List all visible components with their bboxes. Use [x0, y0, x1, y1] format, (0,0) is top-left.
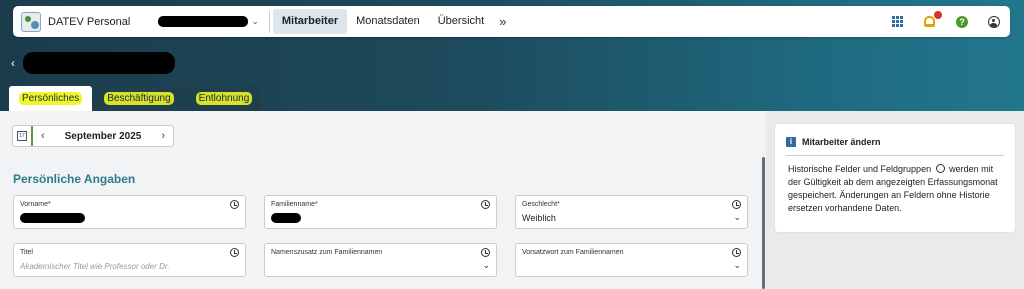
calendar-icon[interactable]: 17	[13, 126, 33, 146]
tab-label: Beschäftigung	[104, 92, 174, 105]
titel-field[interactable]: Titel Akademischer Titel wie Professor o…	[13, 243, 246, 277]
chevron-down-icon[interactable]: ⌄	[733, 212, 741, 223]
redacted-client-name[interactable]	[158, 16, 249, 27]
info-title: Mitarbeiter ändern	[802, 137, 881, 147]
back-chevron-icon[interactable]: ‹	[11, 56, 15, 70]
familienname-field[interactable]: Familienname*	[264, 195, 497, 229]
prev-month-button[interactable]: ‹	[33, 130, 53, 142]
tab-beschaeftigung[interactable]: Beschäftigung	[94, 86, 184, 111]
info-card: i Mitarbeiter ändern Historische Felder …	[775, 124, 1015, 232]
section-title: Persönliche Angaben	[13, 172, 136, 186]
tab-persoenliches[interactable]: Persönliches	[9, 86, 93, 111]
redacted-value	[20, 213, 85, 223]
nav-item-uebersicht[interactable]: Übersicht	[429, 9, 493, 34]
field-label: Vorsatzwort zum Familiennamen	[522, 249, 624, 256]
field-label: Titel	[20, 249, 33, 256]
field-label: Vorname*	[20, 201, 51, 208]
notifications-bell-icon[interactable]	[924, 10, 942, 28]
chevron-down-icon[interactable]: ⌄	[733, 260, 741, 271]
app-logo-icon[interactable]	[21, 11, 41, 32]
next-month-button[interactable]: ›	[153, 130, 173, 142]
history-icon[interactable]	[481, 200, 490, 209]
chevron-down-icon[interactable]: ⌄	[251, 16, 259, 27]
chevron-down-icon[interactable]: ⌄	[482, 260, 490, 271]
info-icon: i	[786, 137, 796, 147]
namenszusatz-select[interactable]: Namenszusatz zum Familiennamen ⌄	[264, 243, 497, 277]
redacted-employee-name	[23, 52, 175, 74]
help-icon[interactable]: ?	[956, 15, 968, 28]
info-text: Historische Felder und Feldgruppen werde…	[788, 163, 1003, 215]
tab-label: Persönliches	[19, 92, 83, 105]
info-text-part-1: Historische Felder und Feldgruppen	[788, 164, 932, 174]
user-icon[interactable]	[988, 15, 1000, 28]
app-title: DATEV Personal	[48, 15, 131, 28]
info-divider	[786, 155, 1004, 156]
history-icon[interactable]	[230, 248, 239, 257]
field-label: Familienname*	[271, 201, 318, 208]
tab-label: Entlohnung	[195, 92, 253, 105]
tab-bar: Persönliches Beschäftigung Entlohnung	[9, 86, 263, 111]
current-month: September 2025	[64, 130, 142, 142]
period-selector: 17 ‹ September 2025 ›	[12, 125, 174, 147]
vorsatzwort-select[interactable]: Vorsatzwort zum Familiennamen ⌄	[515, 243, 748, 277]
field-label: Geschlecht*	[522, 201, 560, 208]
field-label: Namenszusatz zum Familiennamen	[271, 249, 383, 256]
top-navigation-bar: DATEV Personal ⌄ Mitarbeiter Monatsdaten…	[13, 6, 1010, 37]
history-icon[interactable]	[732, 200, 741, 209]
history-icon[interactable]	[230, 200, 239, 209]
nav-more-icon[interactable]: »	[499, 14, 506, 29]
history-icon[interactable]	[732, 248, 741, 257]
field-value: Weiblich	[522, 213, 556, 223]
apps-grid-icon[interactable]	[892, 15, 904, 28]
history-icon	[935, 164, 945, 173]
redacted-value	[271, 213, 301, 223]
history-icon[interactable]	[481, 248, 490, 257]
notification-badge	[934, 10, 942, 19]
nav-divider	[268, 10, 270, 33]
geschlecht-select[interactable]: Geschlecht* Weiblich ⌄	[515, 195, 748, 229]
scrollbar[interactable]	[762, 157, 765, 289]
field-placeholder: Akademischer Titel wie Professor oder Dr…	[20, 262, 170, 271]
vorname-field[interactable]: Vorname*	[13, 195, 246, 229]
nav-item-mitarbeiter[interactable]: Mitarbeiter	[272, 9, 348, 34]
nav-item-monatsdaten[interactable]: Monatsdaten	[347, 9, 429, 34]
tab-entlohnung[interactable]: Entlohnung	[185, 86, 263, 111]
